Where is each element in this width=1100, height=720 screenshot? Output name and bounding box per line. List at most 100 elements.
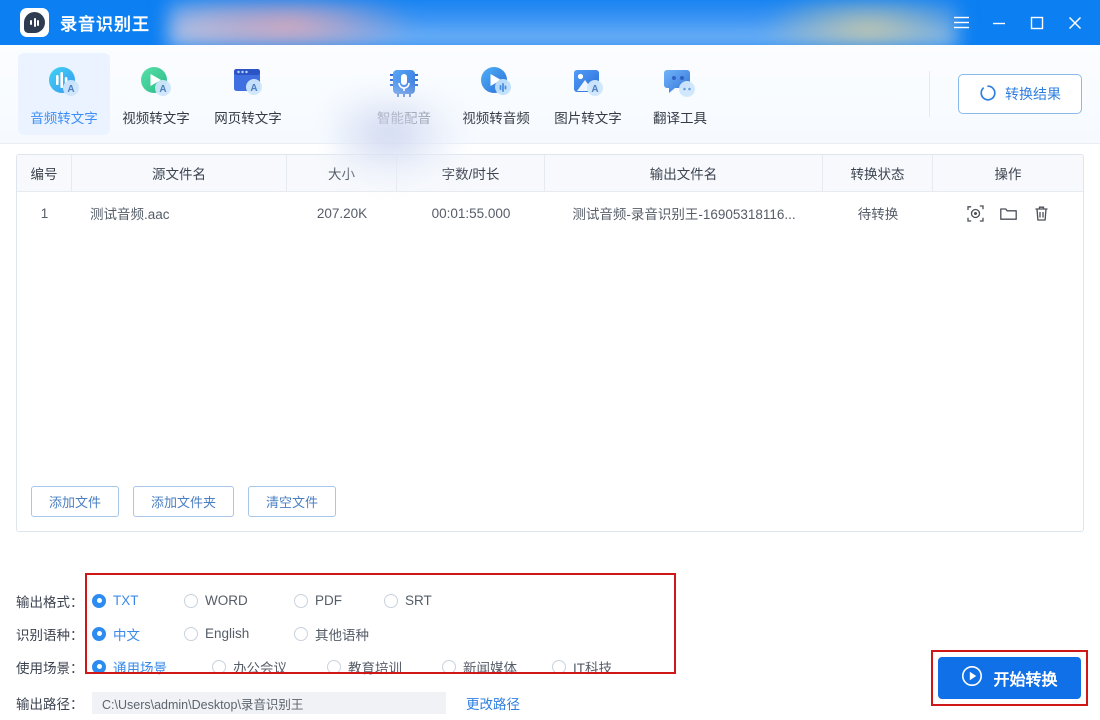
radio-format-srt[interactable]: SRT [384, 593, 432, 608]
radio-dot [294, 593, 308, 608]
add-file-button[interactable]: 添加文件 [31, 486, 120, 517]
scene-label: 使用场景： [16, 660, 84, 676]
radio-dot [552, 659, 566, 674]
tab-video-to-audio[interactable]: 视频转音频 [450, 53, 542, 135]
file-action-buttons: 添加文件 添加文件夹 清空文件 [17, 486, 1083, 531]
start-convert-label: 开始转换 [993, 672, 1058, 689]
radio-language-english[interactable]: English [184, 626, 294, 641]
tab-label: 网页转文字 [214, 110, 282, 126]
conversion-result-button[interactable]: 转换结果 [958, 74, 1082, 114]
feature-toolbar: A 音频转文字 A 视频转文字 A 网页转文字 智能配音 视频转音频 A 图片转… [0, 45, 1100, 189]
tab-label: 视频转音频 [462, 110, 530, 126]
tab-webpage-to-text[interactable]: A 网页转文字 [202, 53, 294, 135]
radio-label: PDF [315, 593, 342, 608]
tab-audio-to-text[interactable]: A 音频转文字 [18, 53, 110, 135]
cell-source-name: 测试音频.aac [90, 207, 170, 222]
radio-dot [184, 593, 198, 608]
radio-label: SRT [405, 593, 432, 608]
settings-panel: 输出格式： TXT WORD PDF SRT 识别语种： 中文 English … [0, 568, 1100, 720]
tab-label: 音频转文字 [30, 110, 98, 126]
cell-actions [933, 192, 1083, 234]
tab-label: 图片转文字 [554, 110, 622, 126]
tab-translate-tool[interactable]: 翻译工具 [634, 53, 726, 135]
window-controls [942, 0, 1100, 45]
radio-label: 新闻媒体 [463, 660, 517, 676]
table-header: 编号 源文件名 大小 字数/时长 输出文件名 转换状态 操作 [17, 155, 1083, 192]
feature-tabs: A 音频转文字 A 视频转文字 A 网页转文字 智能配音 视频转音频 A 图片转… [18, 53, 726, 135]
delete-icon[interactable] [1032, 204, 1051, 223]
column-header-output-name: 输出文件名 [545, 155, 823, 191]
output-format-row: 输出格式： TXT WORD PDF SRT [16, 584, 1084, 617]
tab-label: 智能配音 [377, 110, 431, 126]
radio-dot [294, 626, 308, 641]
language-label: 识别语种： [16, 627, 84, 643]
add-folder-button[interactable]: 添加文件夹 [133, 486, 235, 517]
radio-dot [442, 659, 456, 674]
output-format-label: 输出格式： [16, 594, 84, 610]
svg-text:A: A [591, 84, 598, 95]
radio-format-word[interactable]: WORD [184, 593, 294, 608]
blurred-banner-overlay [168, 0, 958, 45]
column-header-actions: 操作 [994, 167, 1022, 182]
radio-dot [212, 659, 226, 674]
title-bar: 录音识别王 [0, 0, 1100, 45]
file-list-panel: 编号 源文件名 大小 字数/时长 输出文件名 转换状态 操作 1 测试音频.aa… [16, 154, 1084, 532]
close-icon[interactable] [1056, 0, 1094, 45]
cell-duration: 00:01:55.000 [431, 205, 511, 221]
column-header-size: 大小 [287, 155, 397, 191]
refresh-circle-icon [979, 84, 997, 105]
radio-language-other[interactable]: 其他语种 [294, 624, 369, 644]
radio-dot [184, 626, 198, 641]
clear-files-button[interactable]: 清空文件 [248, 486, 337, 517]
change-path-link[interactable]: 更改路径 [466, 693, 520, 713]
main-content: 编号 源文件名 大小 字数/时长 输出文件名 转换状态 操作 1 测试音频.aa… [0, 144, 1100, 568]
video-to-audio-icon [476, 62, 516, 102]
tab-label: 翻译工具 [653, 110, 707, 126]
app-logo-icon [20, 8, 49, 37]
translate-tool-icon [660, 62, 700, 102]
folder-icon[interactable] [999, 204, 1018, 223]
radio-language-chinese[interactable]: 中文 [92, 624, 184, 644]
radio-label: 其他语种 [315, 627, 369, 643]
start-convert-button[interactable]: 开始转换 [938, 657, 1081, 699]
radio-format-txt[interactable]: TXT [92, 593, 184, 608]
minimize-icon[interactable] [980, 0, 1018, 45]
radio-dot [384, 593, 398, 608]
cell-index: 1 [40, 205, 49, 221]
output-path-field[interactable]: C:\Users\admin\Desktop\录音识别王 [92, 692, 446, 714]
language-row: 识别语种： 中文 English 其他语种 [16, 617, 1084, 650]
start-button-highlight: 开始转换 [931, 650, 1088, 706]
cell-status: 待转换 [857, 207, 899, 222]
table-body: 1 测试音频.aac 207.20K 00:01:55.000 测试音频-录音识… [17, 192, 1083, 486]
radio-label: IT科技 [573, 660, 612, 676]
column-header-duration: 字数/时长 [397, 155, 545, 191]
radio-format-pdf[interactable]: PDF [294, 593, 384, 608]
maximize-icon[interactable] [1018, 0, 1056, 45]
radio-scene-general[interactable]: 通用场景 [92, 657, 212, 677]
cell-output-name: 测试音频-录音识别王-16905318116... [572, 207, 796, 222]
tab-smart-dubbing[interactable]: 智能配音 [358, 53, 450, 135]
radio-label: English [205, 626, 250, 641]
radio-scene-meeting[interactable]: 办公会议 [212, 657, 327, 677]
radio-label: TXT [113, 593, 139, 608]
brand: 录音识别王 [0, 8, 150, 37]
play-circle-icon [961, 665, 983, 692]
svg-text:A: A [250, 83, 257, 94]
radio-scene-it[interactable]: IT科技 [552, 657, 612, 677]
radio-label: WORD [205, 593, 248, 608]
column-header-status: 转换状态 [823, 155, 933, 191]
radio-scene-news[interactable]: 新闻媒体 [442, 657, 552, 677]
radio-scene-education[interactable]: 教育培训 [327, 657, 442, 677]
svg-text:A: A [67, 84, 74, 95]
output-path-label: 输出路径： [16, 697, 84, 712]
radio-dot [92, 626, 106, 641]
hamburger-menu-icon[interactable] [942, 0, 980, 45]
column-header-source-name: 源文件名 [72, 155, 287, 191]
toolbar-divider [929, 71, 930, 117]
tab-image-to-text[interactable]: A 图片转文字 [542, 53, 634, 135]
preview-icon[interactable] [966, 204, 985, 223]
column-header-index: 编号 [17, 155, 72, 191]
tab-video-to-text[interactable]: A 视频转文字 [110, 53, 202, 135]
table-row[interactable]: 1 测试音频.aac 207.20K 00:01:55.000 测试音频-录音识… [17, 192, 1083, 234]
image-to-text-icon: A [568, 62, 608, 102]
